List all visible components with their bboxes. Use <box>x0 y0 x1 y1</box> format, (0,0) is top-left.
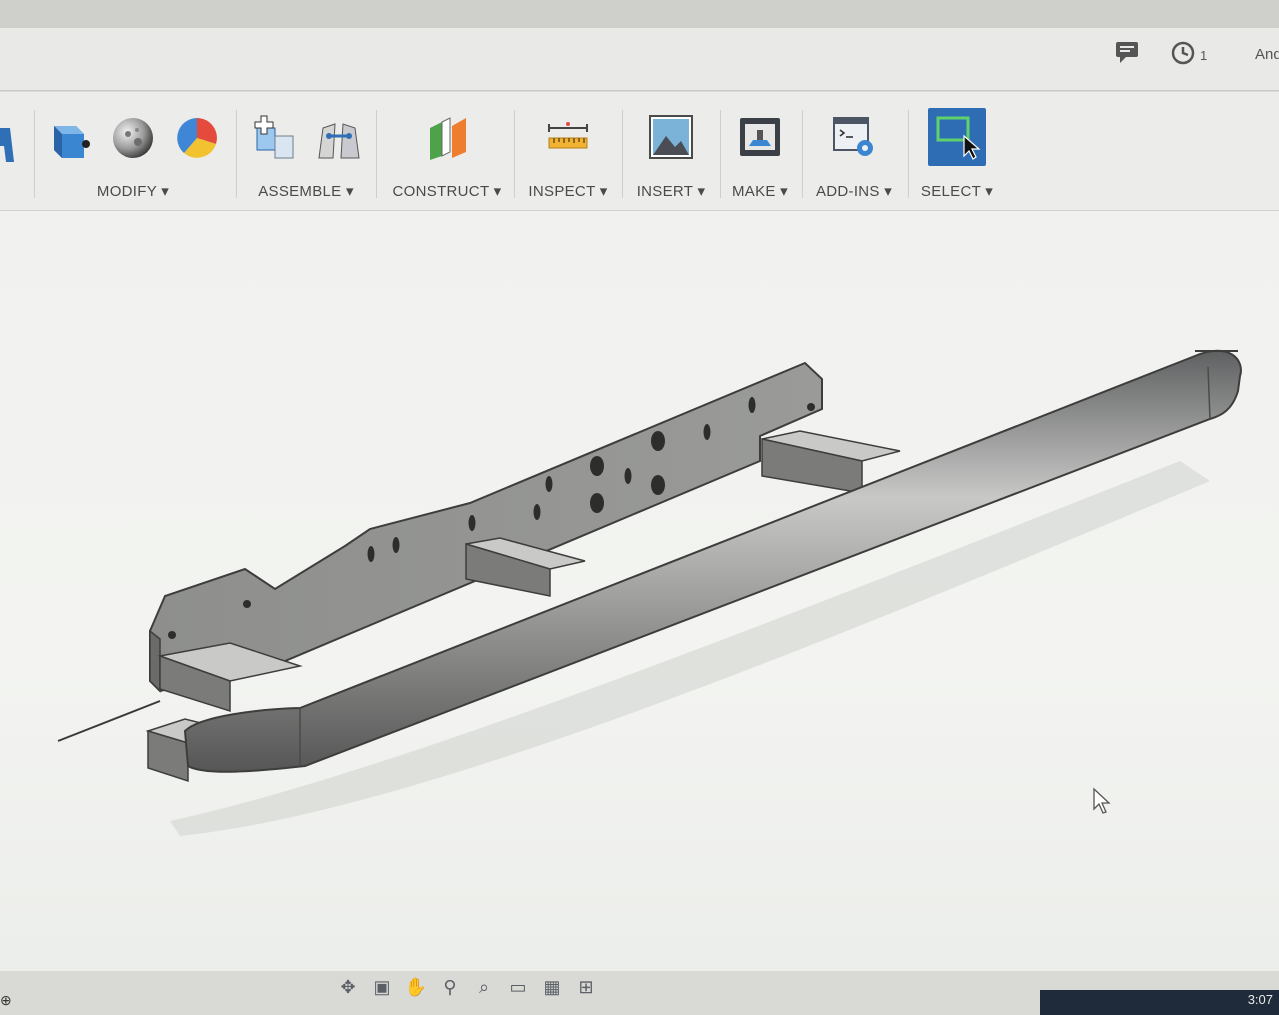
chevron-down-icon: ▾ <box>493 183 502 200</box>
chevron-down-icon: ▾ <box>780 183 789 200</box>
divider <box>622 110 623 198</box>
windows-taskbar: 3:07 <box>1040 990 1279 1015</box>
grid-icon[interactable]: ▦ <box>539 975 565 999</box>
viewports-icon[interactable]: ⊞ <box>573 975 599 999</box>
mouse-cursor-icon <box>1093 787 1111 814</box>
history-count: 1 <box>1200 48 1208 63</box>
sketch-palette-icon[interactable]: ⊕ <box>0 992 12 1009</box>
comments-icon[interactable] <box>1114 40 1140 70</box>
chevron-down-icon: ▾ <box>161 183 170 200</box>
job-status-icon[interactable] <box>1170 40 1196 72</box>
divider <box>720 110 721 198</box>
inspect-label: INSPECT <box>528 183 596 200</box>
assemble-label: ASSEMBLE <box>258 183 342 200</box>
chevron-down-icon: ▾ <box>599 183 608 200</box>
divider <box>34 110 35 198</box>
divider <box>376 110 377 198</box>
physical-material-icon[interactable] <box>110 114 156 160</box>
appearance-icon[interactable] <box>174 114 220 160</box>
measure-icon[interactable] <box>545 114 591 160</box>
sketch-icon[interactable] <box>0 122 16 168</box>
divider <box>802 110 803 198</box>
joint-icon[interactable] <box>315 114 361 160</box>
divider <box>908 110 909 198</box>
new-component-icon[interactable] <box>251 114 297 160</box>
scripts-addins-icon[interactable] <box>831 114 877 160</box>
3d-print-icon[interactable] <box>737 114 783 160</box>
display-settings-icon[interactable]: ▭ <box>505 975 531 999</box>
construct-group[interactable]: CONSTRUCT ▾ <box>384 104 510 204</box>
modify-group[interactable]: MODIFY ▾ <box>38 104 228 204</box>
navigation-bar: ✥ ▣ ✋ ⚲ ⌕ ▭ ▦ ⊞ <box>335 972 675 1002</box>
divider <box>236 110 237 198</box>
pan-icon[interactable]: ✋ <box>403 975 429 999</box>
chevron-down-icon: ▾ <box>345 183 354 200</box>
divider <box>514 110 515 198</box>
construct-label: CONSTRUCT <box>392 183 490 200</box>
user-name[interactable]: And <box>1255 46 1279 63</box>
select-label: SELECT <box>920 183 981 200</box>
select-icon[interactable] <box>928 108 986 166</box>
insert-image-icon[interactable] <box>648 114 694 160</box>
3d-viewport[interactable] <box>0 211 1279 971</box>
fit-icon[interactable]: ⌕ <box>471 975 497 999</box>
zoom-icon[interactable]: ⚲ <box>437 975 463 999</box>
modify-label: MODIFY <box>96 183 157 200</box>
chevron-down-icon: ▾ <box>985 183 994 200</box>
make-label: MAKE <box>731 183 776 200</box>
title-bar: 1 And <box>0 28 1279 91</box>
rock-slider-model[interactable] <box>0 211 1279 971</box>
taskbar-clock[interactable]: 3:07 <box>1248 992 1273 1007</box>
screen-bezel <box>0 0 1279 28</box>
make-group[interactable]: MAKE ▾ <box>722 104 798 204</box>
offset-plane-icon[interactable] <box>424 114 470 160</box>
add-ins-group[interactable]: ADD-INS ▾ <box>806 104 902 204</box>
add-ins-label: ADD-INS <box>815 183 880 200</box>
chevron-down-icon: ▾ <box>697 183 706 200</box>
press-pull-icon[interactable] <box>46 114 92 160</box>
select-group[interactable]: SELECT ▾ <box>912 104 1002 204</box>
insert-group[interactable]: INSERT ▾ <box>626 104 716 204</box>
toolbar-ribbon: MODIFY ▾ ASSEMBLE ▾ CONSTRUCT ▾ INSPECT … <box>0 92 1279 211</box>
assemble-group[interactable]: ASSEMBLE ▾ <box>240 104 372 204</box>
inspect-group[interactable]: INSPECT ▾ <box>518 104 618 204</box>
insert-label: INSERT <box>636 183 693 200</box>
look-at-icon[interactable]: ▣ <box>369 975 395 999</box>
orbit-icon[interactable]: ✥ <box>335 975 361 999</box>
chevron-down-icon: ▾ <box>884 183 893 200</box>
